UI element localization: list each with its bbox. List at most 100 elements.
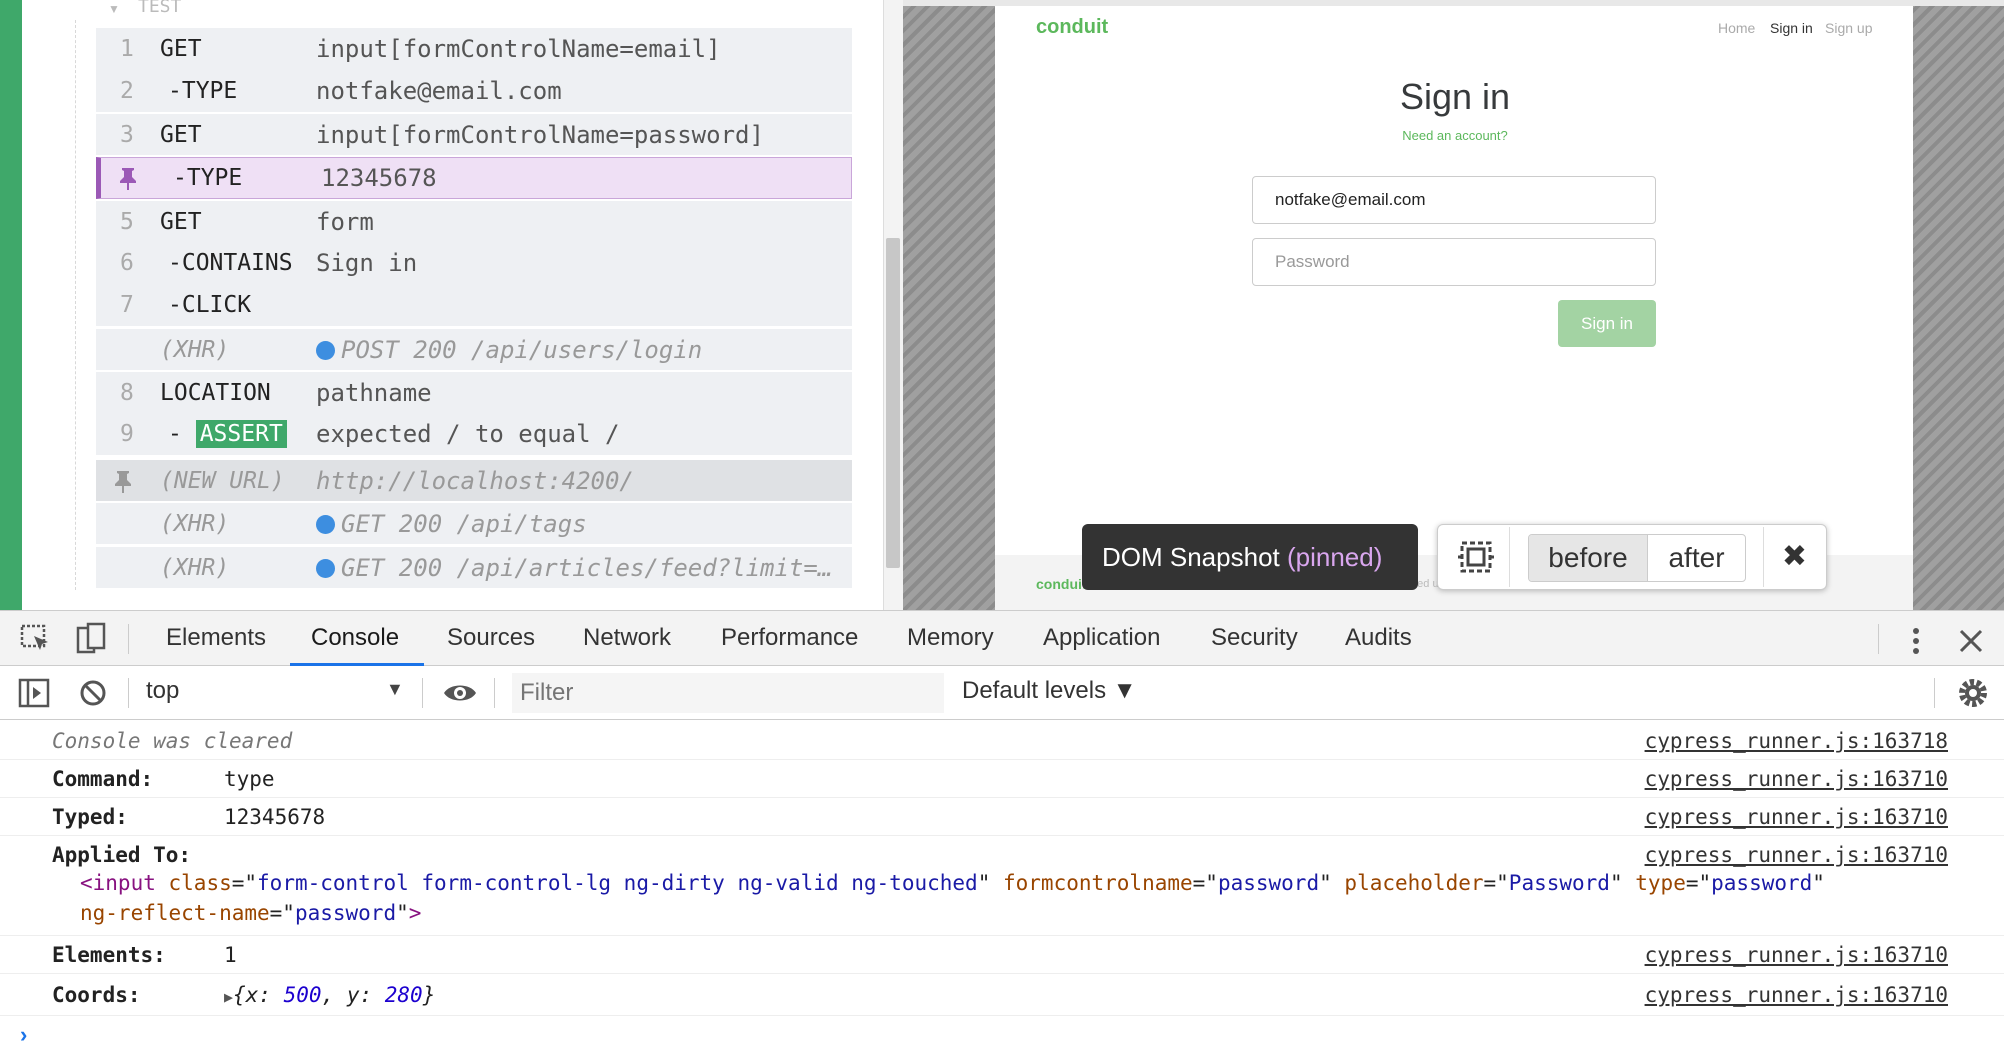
nav-home-link[interactable]: Home xyxy=(1718,20,1755,36)
source-link[interactable]: cypress_runner.js:163718 xyxy=(1645,729,1948,753)
tab-sources[interactable]: Sources xyxy=(447,610,535,666)
sign-in-button[interactable]: Sign in xyxy=(1558,300,1656,347)
command-row[interactable]: 1 GET input[formControlName=email] xyxy=(96,28,852,70)
command-name: -TYPE xyxy=(168,78,238,104)
highlight-toggle-button[interactable] xyxy=(1440,527,1510,587)
clear-console-icon[interactable] xyxy=(78,678,108,708)
context-dropdown-icon[interactable]: ▼ xyxy=(386,679,404,700)
command-row[interactable]: 3 GET input[formControlName=password] xyxy=(96,113,852,155)
xhr-row[interactable]: (XHR) GET 200 /api/articles/feed?limit=… xyxy=(96,546,852,588)
context-selector[interactable]: top xyxy=(146,677,179,705)
footer-logo[interactable]: conduit xyxy=(1036,576,1087,592)
password-input[interactable]: Password xyxy=(1252,238,1656,286)
close-devtools-icon[interactable] xyxy=(1958,628,1984,654)
snapshot-pinned-tag: (pinned) xyxy=(1286,542,1383,572)
command-message: 12345678 xyxy=(321,164,437,192)
command-row[interactable]: 2 -TYPE notfake@email.com xyxy=(96,70,852,112)
command-number: 7 xyxy=(120,292,134,318)
tab-console[interactable]: Console xyxy=(311,610,399,666)
before-after-toggle: before after xyxy=(1528,534,1746,582)
log-levels-dropdown[interactable]: Default levels ▼ xyxy=(962,677,1137,705)
inspect-element-icon[interactable] xyxy=(20,624,54,656)
new-url-row[interactable]: (NEW URL) http://localhost:4200/ xyxy=(96,459,852,501)
after-button[interactable]: after xyxy=(1647,535,1745,581)
command-message: GET 200 /api/articles/feed?limit=… xyxy=(341,553,833,582)
command-message: notfake@email.com xyxy=(316,77,562,105)
html-attr-value: password xyxy=(1711,871,1813,895)
html-attr-value: Password xyxy=(1508,871,1610,895)
before-button[interactable]: before xyxy=(1529,535,1647,581)
assert-row[interactable]: 9 - ASSERT expected / to equal / xyxy=(96,413,852,455)
nav-signup-link[interactable]: Sign up xyxy=(1825,20,1872,36)
html-attr-value: form-control form-control-lg ng-dirty ng… xyxy=(257,871,978,895)
console-message: Typed: 12345678 cypress_runner.js:163710 xyxy=(0,798,2004,836)
sidebar-toggle-icon[interactable] xyxy=(18,678,52,708)
html-attr: placeholder xyxy=(1344,871,1484,895)
command-message: form xyxy=(316,207,374,236)
source-link[interactable]: cypress_runner.js:163710 xyxy=(1645,805,1948,829)
xhr-row[interactable]: (XHR) POST 200 /api/users/login xyxy=(96,328,852,370)
devtools-tabbar xyxy=(0,610,2004,666)
command-value: type xyxy=(224,767,275,791)
command-number: 6 xyxy=(120,250,134,276)
command-name: (XHR) xyxy=(160,510,230,537)
nav-signin-link[interactable]: Sign in xyxy=(1770,20,1813,36)
toolbar-divider xyxy=(422,678,423,708)
more-options-icon[interactable] xyxy=(1906,626,1926,656)
command-name: LOCATION xyxy=(160,379,271,406)
command-message: input[formControlName=email] xyxy=(316,35,721,63)
filter-input[interactable] xyxy=(512,673,944,713)
coords-object[interactable]: ▶{x: 500, y: 280} xyxy=(224,983,435,1007)
typed-label: Typed: xyxy=(52,805,128,829)
command-name: GET xyxy=(160,36,202,62)
xhr-row[interactable]: (XHR) GET 200 /api/tags xyxy=(96,502,852,544)
command-row[interactable]: 8 LOCATION pathname xyxy=(96,371,852,413)
gear-icon[interactable] xyxy=(1956,676,1990,710)
source-link[interactable]: cypress_runner.js:163710 xyxy=(1645,983,1948,1007)
command-number: 1 xyxy=(120,36,134,62)
assert-badge: ASSERT xyxy=(195,420,287,448)
command-name-wrap: - ASSERT xyxy=(168,420,287,448)
toolbar-divider xyxy=(128,624,129,654)
close-snapshot-button[interactable]: ✖ xyxy=(1763,527,1825,587)
tab-performance[interactable]: Performance xyxy=(721,610,858,666)
tab-elements[interactable]: Elements xyxy=(166,610,266,666)
tab-network[interactable]: Network xyxy=(583,610,671,666)
applied-element-html-cont[interactable]: ng-reflect-name="password"> xyxy=(80,901,421,925)
test-title[interactable]: TEST xyxy=(138,0,181,17)
command-name: (XHR) xyxy=(160,336,230,363)
tab-audits[interactable]: Audits xyxy=(1345,610,1412,666)
command-message: http://localhost:4200/ xyxy=(316,466,634,495)
eye-icon[interactable] xyxy=(442,680,478,706)
scrollbar-thumb[interactable] xyxy=(886,238,900,568)
chevron-down-icon[interactable]: ▼ xyxy=(108,2,120,16)
html-attr-value: password xyxy=(1217,871,1320,895)
log-guide-line xyxy=(75,20,76,590)
console-prompt-icon[interactable]: › xyxy=(20,1022,27,1048)
command-message: POST 200 /api/users/login xyxy=(341,335,703,364)
elements-label: Elements: xyxy=(52,943,166,967)
command-message: pathname xyxy=(316,378,432,407)
tab-security[interactable]: Security xyxy=(1211,610,1298,666)
tab-application[interactable]: Application xyxy=(1043,610,1160,666)
command-number: 9 xyxy=(120,421,134,447)
command-row-pinned[interactable]: -TYPE 12345678 xyxy=(96,157,852,199)
device-toolbar-icon[interactable] xyxy=(74,622,108,656)
command-message: input[formControlName=password] xyxy=(316,120,764,149)
email-input[interactable]: notfake@email.com xyxy=(1252,176,1656,224)
tab-memory[interactable]: Memory xyxy=(907,610,994,666)
html-attr: type xyxy=(1635,871,1686,895)
need-account-link[interactable]: Need an account? xyxy=(1338,128,1572,143)
command-row[interactable]: 5 GET form xyxy=(96,200,852,242)
source-link[interactable]: cypress_runner.js:163710 xyxy=(1645,843,1948,867)
expand-triangle-icon[interactable]: ▶ xyxy=(224,988,233,1006)
conduit-logo[interactable]: conduit xyxy=(1036,16,1108,39)
command-name: GET xyxy=(160,208,202,235)
snapshot-title: DOM Snapshot xyxy=(1102,542,1280,572)
page-title: Sign in xyxy=(1399,76,1511,117)
command-row[interactable]: 6 -CONTAINS Sign in xyxy=(96,242,852,284)
source-link[interactable]: cypress_runner.js:163710 xyxy=(1645,943,1948,967)
applied-element-html[interactable]: <input class="form-control form-control-… xyxy=(80,871,1825,895)
command-row[interactable]: 7 -CLICK xyxy=(96,284,852,326)
source-link[interactable]: cypress_runner.js:163710 xyxy=(1645,767,1948,791)
